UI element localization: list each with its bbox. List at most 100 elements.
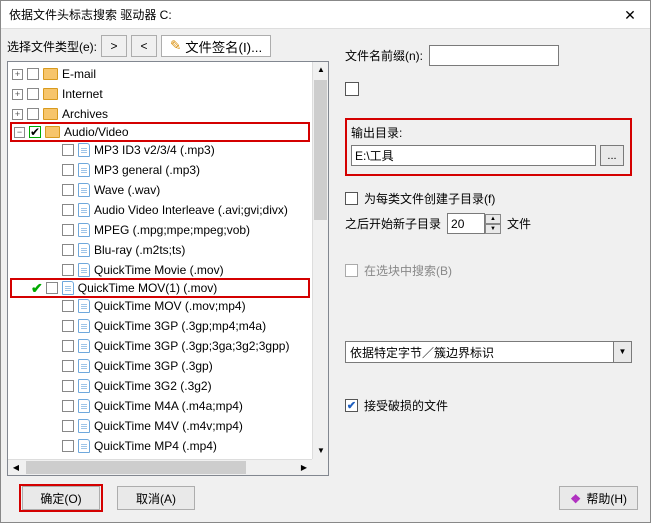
select-types-label: 选择文件类型(e):	[7, 38, 97, 55]
tree-leaf[interactable]: MP3 ID3 v2/3/4 (.mp3)	[10, 140, 310, 160]
tree-leaf[interactable]: MP3 general (.mp3)	[10, 160, 310, 180]
prev-button[interactable]: <	[131, 35, 157, 57]
checkbox[interactable]	[62, 380, 74, 392]
scroll-right-icon[interactable]: ▶	[296, 460, 312, 476]
checkbox[interactable]	[27, 108, 39, 120]
checkbox[interactable]	[62, 204, 74, 216]
chevron-down-icon[interactable]: ▼	[614, 341, 632, 363]
tree-leaf[interactable]: QuickTime M4V (.m4v;mp4)	[10, 416, 310, 436]
close-button[interactable]: ✕	[610, 1, 650, 29]
checkbox[interactable]	[62, 360, 74, 372]
node-label: MP3 ID3 v2/3/4 (.mp3)	[94, 143, 215, 157]
checkbox[interactable]	[62, 420, 74, 432]
scroll-track[interactable]	[24, 460, 296, 475]
tree-leaf[interactable]: QuickTime M4A (.m4a;mp4)	[10, 396, 310, 416]
node-label: E-mail	[62, 67, 96, 81]
tree-leaf-quicktime-mov1[interactable]: ✔ QuickTime MOV(1) (.mov)	[10, 278, 310, 298]
spin-down-icon[interactable]: ▼	[485, 224, 501, 234]
scroll-thumb[interactable]	[26, 461, 246, 474]
search-in-selection-checkbox	[345, 264, 358, 277]
node-label: QuickTime 3GP (.3gp)	[94, 359, 213, 373]
file-icon	[78, 263, 90, 277]
checkbox[interactable]	[62, 264, 74, 276]
tree-leaf[interactable]: QuickTime MOV (.mov;mp4)	[10, 296, 310, 316]
cancel-button[interactable]: 取消(A)	[117, 486, 195, 510]
create-subdir-checkbox[interactable]	[345, 192, 358, 205]
checkbox[interactable]	[62, 440, 74, 452]
spin-up-icon[interactable]: ▲	[485, 214, 501, 224]
file-icon	[78, 379, 90, 393]
file-icon	[78, 359, 90, 373]
tree-leaf[interactable]: QuickTime 3GP (.3gp;mp4;m4a)	[10, 316, 310, 336]
dialog-body: 选择文件类型(e): > < ✎ 文件签名(I)... + E-mail	[1, 29, 650, 476]
collapse-icon[interactable]: −	[14, 127, 25, 138]
scroll-down-icon[interactable]: ▼	[313, 443, 329, 459]
checkbox[interactable]	[62, 400, 74, 412]
file-icon	[78, 439, 90, 453]
checkbox[interactable]	[62, 340, 74, 352]
unnamed-checkbox[interactable]	[345, 82, 359, 96]
expand-icon[interactable]: +	[12, 89, 23, 100]
checkbox[interactable]	[46, 282, 58, 294]
tree-leaf[interactable]: MPEG (.mpg;mpe;mpeg;vob)	[10, 220, 310, 240]
help-button[interactable]: ❖ 帮助(H)	[559, 486, 638, 510]
tree-leaf[interactable]: QuickTime Movie (.mov)	[10, 260, 310, 280]
accept-broken-checkbox[interactable]: ✔	[345, 399, 358, 412]
tree-leaf[interactable]: Audio Video Interleave (.avi;gvi;divx)	[10, 200, 310, 220]
node-label: MPEG (.mpg;mpe;mpeg;vob)	[94, 223, 250, 237]
tree-node-archives[interactable]: + Archives	[10, 104, 310, 124]
ok-button[interactable]: 确定(O)	[22, 486, 100, 510]
tree-leaf[interactable]: Blu-ray (.m2ts;ts)	[10, 240, 310, 260]
new-subdir-label: 之后开始新子目录	[345, 215, 441, 232]
file-icon	[78, 203, 90, 217]
tree-node-internet[interactable]: + Internet	[10, 84, 310, 104]
window-title: 依据文件头标志搜索 驱动器 C:	[9, 6, 172, 23]
checkbox[interactable]	[27, 88, 39, 100]
file-signature-label: 文件签名(I)...	[185, 37, 262, 56]
tree-leaf[interactable]: QuickTime 3G2 (.3g2)	[10, 376, 310, 396]
file-signature-button[interactable]: ✎ 文件签名(I)...	[161, 35, 271, 57]
next-button[interactable]: >	[101, 35, 127, 57]
scroll-track[interactable]	[313, 78, 328, 443]
node-label: Audio/Video	[64, 125, 129, 139]
scroll-up-icon[interactable]: ▲	[313, 62, 329, 78]
help-label: 帮助(H)	[586, 492, 627, 506]
checkbox[interactable]: ✔	[29, 126, 41, 138]
tree-node-email[interactable]: + E-mail	[10, 64, 310, 84]
prefix-input[interactable]	[429, 45, 559, 66]
file-icon	[62, 281, 74, 295]
vertical-scrollbar[interactable]: ▲ ▼	[312, 62, 328, 459]
tree-leaf[interactable]: Wave (.wav)	[10, 180, 310, 200]
checkbox[interactable]	[62, 144, 74, 156]
file-type-tree[interactable]: + E-mail + Internet +	[8, 62, 312, 459]
pencil-icon: ✎	[170, 38, 181, 54]
browse-button[interactable]: ...	[600, 145, 624, 166]
files-count-spinner: ▲ ▼	[447, 213, 501, 234]
folder-icon	[43, 68, 58, 80]
node-label: QuickTime 3GP (.3gp;mp4;m4a)	[94, 319, 266, 333]
file-icon	[78, 163, 90, 177]
scroll-thumb[interactable]	[314, 80, 327, 220]
create-subdir-label: 为每类文件创建子目录(f)	[364, 190, 495, 207]
tree-leaf[interactable]: QuickTime 3GP (.3gp;3ga;3g2;3gpp)	[10, 336, 310, 356]
checkbox[interactable]	[62, 164, 74, 176]
expand-icon[interactable]: +	[12, 69, 23, 80]
checkbox[interactable]	[62, 224, 74, 236]
files-count-input[interactable]	[447, 213, 485, 234]
filename-prefix-row: 文件名前缀(n):	[345, 45, 632, 66]
expand-icon[interactable]: +	[12, 109, 23, 120]
checkbox[interactable]	[62, 184, 74, 196]
horizontal-scrollbar[interactable]: ◀ ▶	[8, 459, 312, 475]
tree-leaf[interactable]: QuickTime MP4 (.mp4)	[10, 436, 310, 456]
dropdown-value: 依据特定字节／簇边界标识	[345, 341, 614, 363]
scroll-left-icon[interactable]: ◀	[8, 460, 24, 476]
checkbox[interactable]	[27, 68, 39, 80]
tree-leaf[interactable]: QuickTime 3GP (.3gp)	[10, 356, 310, 376]
output-dir-input[interactable]	[351, 145, 596, 166]
tree-node-audiovideo[interactable]: − ✔ Audio/Video	[10, 122, 310, 142]
boundary-dropdown[interactable]: 依据特定字节／簇边界标识 ▼	[345, 341, 632, 363]
node-label: QuickTime MP4 (.mp4)	[94, 439, 217, 453]
checkbox[interactable]	[62, 320, 74, 332]
checkbox[interactable]	[62, 244, 74, 256]
checkbox[interactable]	[62, 300, 74, 312]
